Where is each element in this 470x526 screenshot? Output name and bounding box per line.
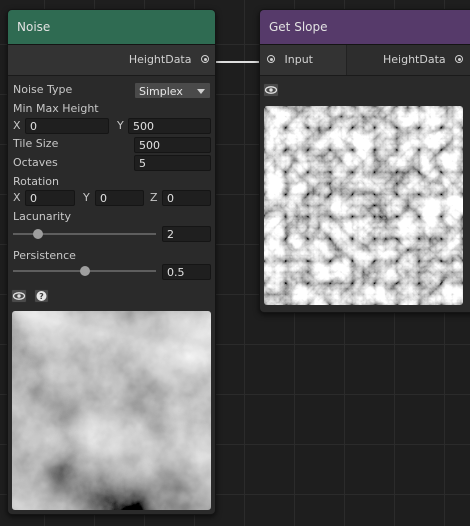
rotation-x-field[interactable]: 0 bbox=[25, 190, 75, 206]
get-slope-node[interactable]: Get Slope Input HeightData bbox=[259, 9, 470, 313]
help-icon[interactable]: ? bbox=[34, 289, 49, 303]
lacunarity-value: 2 bbox=[167, 228, 174, 241]
min-height-value: 0 bbox=[30, 120, 37, 133]
noise-node-title: Noise bbox=[17, 20, 51, 34]
input-port-dot-icon[interactable] bbox=[267, 55, 275, 63]
rotation-z-axis-label: Z bbox=[150, 191, 158, 204]
noise-type-label: Noise Type bbox=[13, 83, 73, 96]
max-height-value: 500 bbox=[133, 120, 154, 133]
octaves-field[interactable]: 5 bbox=[134, 155, 211, 171]
get-slope-input-port[interactable]: Input bbox=[267, 45, 313, 75]
noise-type-value: Simplex bbox=[139, 85, 183, 98]
noise-preview-image bbox=[12, 311, 211, 510]
slope-preview-image bbox=[264, 106, 463, 305]
tile-size-label: Tile Size bbox=[13, 137, 59, 150]
max-height-field[interactable]: 500 bbox=[128, 118, 211, 134]
noise-node[interactable]: Noise HeightData Noise Type Simplex Min … bbox=[7, 9, 216, 515]
lacunarity-slider-handle[interactable] bbox=[32, 229, 43, 239]
eye-icon[interactable] bbox=[11, 289, 27, 303]
get-slope-output-port[interactable]: HeightData bbox=[383, 45, 464, 75]
rotation-y-value: 0 bbox=[100, 192, 107, 205]
rotation-z-value: 0 bbox=[167, 192, 174, 205]
get-slope-node-header[interactable]: Get Slope bbox=[260, 10, 470, 45]
lacunarity-field[interactable]: 2 bbox=[162, 226, 211, 242]
rotation-x-value: 0 bbox=[30, 192, 37, 205]
min-max-height-label: Min Max Height bbox=[13, 102, 99, 115]
rotation-z-field[interactable]: 0 bbox=[162, 190, 211, 206]
get-slope-output-port-label: HeightData bbox=[383, 53, 446, 66]
tile-size-value: 500 bbox=[139, 139, 160, 152]
min-height-field[interactable]: 0 bbox=[25, 118, 109, 134]
octaves-label: Octaves bbox=[13, 156, 58, 169]
persistence-slider-handle[interactable] bbox=[79, 266, 90, 276]
noise-output-port[interactable]: HeightData bbox=[129, 45, 209, 75]
get-slope-node-title: Get Slope bbox=[269, 20, 328, 34]
rotation-y-axis-label: Y bbox=[83, 191, 90, 204]
svg-text:?: ? bbox=[39, 292, 44, 301]
eye-icon[interactable] bbox=[263, 83, 279, 97]
persistence-field[interactable]: 0.5 bbox=[162, 264, 211, 280]
max-y-axis-label: Y bbox=[117, 119, 124, 132]
get-slope-input-port-label: Input bbox=[284, 53, 313, 66]
lacunarity-label: Lacunarity bbox=[13, 210, 72, 223]
noise-output-port-label: HeightData bbox=[128, 53, 192, 66]
octaves-value: 5 bbox=[139, 157, 146, 170]
rotation-label: Rotation bbox=[13, 175, 60, 188]
chevron-down-icon bbox=[197, 89, 205, 94]
noise-output-port-row: HeightData bbox=[8, 45, 215, 76]
noise-type-dropdown[interactable]: Simplex bbox=[134, 82, 211, 99]
noise-node-header[interactable]: Noise bbox=[8, 10, 215, 45]
get-slope-port-row: Input HeightData bbox=[260, 45, 470, 76]
output-port-dot-icon[interactable] bbox=[201, 55, 209, 63]
output-port-dot-icon[interactable] bbox=[455, 55, 464, 63]
persistence-label: Persistence bbox=[13, 249, 76, 262]
persistence-value: 0.5 bbox=[167, 266, 185, 279]
rotation-y-field[interactable]: 0 bbox=[95, 190, 144, 206]
min-x-axis-label: X bbox=[13, 119, 21, 132]
rotation-x-axis-label: X bbox=[13, 191, 21, 204]
tile-size-field[interactable]: 500 bbox=[134, 137, 211, 153]
